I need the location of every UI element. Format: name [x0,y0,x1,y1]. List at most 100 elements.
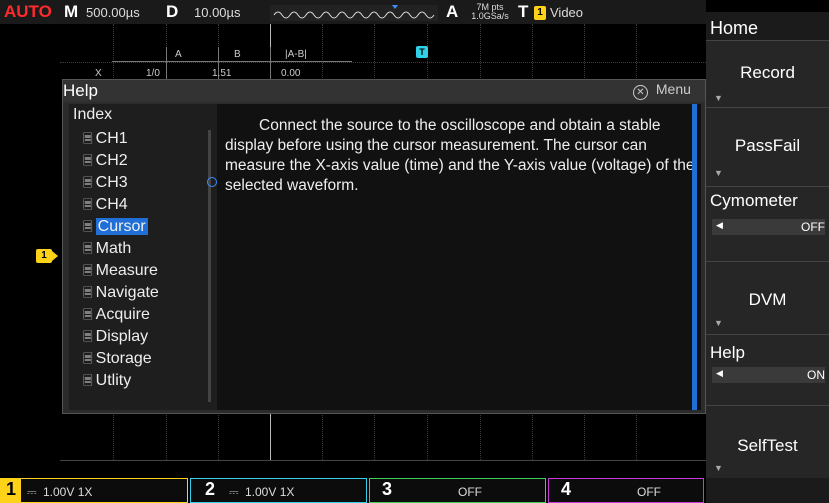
document-icon: 🗏 [83,330,93,344]
selection-indicator-icon [207,177,217,187]
menu-header: Home [706,12,829,40]
left-arrow-icon: ◀ [716,220,723,230]
auto-mode-label[interactable]: AUTO [4,2,52,22]
channel3-state: OFF [458,485,482,499]
trigger-type-value[interactable]: Video [550,5,602,20]
record-label: Record [740,63,795,82]
help-value: ON [807,368,825,382]
cymometer-label: Cymometer [710,191,798,210]
dvm-label: DVM [748,290,787,309]
cursor-col-diff: |A-B| [285,49,307,60]
cymometer-value-field[interactable]: ◀ OFF [712,219,825,235]
index-item-cursor[interactable]: 🗏 Cursor [83,216,148,238]
table-divider [270,47,271,79]
menu-cymometer-button[interactable]: Cymometer ◀ OFF [706,186,829,261]
document-icon: 🗏 [83,374,93,388]
coupling-icon: ⎓ [27,485,37,499]
help-index-panel: Index 🗏 CH1 🗏 CH2 🗏 CH3 🗏 CH4 🗏 Cursor 🗏 Math … [69,104,217,410]
document-icon: 🗏 [83,154,93,168]
delay-label: D [166,2,179,21]
index-item-acquire[interactable]: 🗏 Acquire [83,304,150,326]
index-item-storage[interactable]: 🗏 Storage [83,348,152,370]
acquire-label: A [446,2,459,21]
index-item-measure[interactable]: 🗏 Measure [83,260,158,282]
help-label: Help [710,343,745,362]
document-icon: 🗏 [83,286,93,300]
menu-record-button[interactable]: Record ▼ [706,40,829,107]
help-window: Help ✕ Menu Index 🗏 CH1 🗏 CH2 🗏 CH3 🗏 CH4 🗏 C… [62,79,706,414]
document-icon: 🗏 [83,308,93,322]
submenu-arrow-icon: ▼ [714,168,723,178]
submenu-arrow-icon: ▼ [714,318,723,328]
cursor-value-diff: 0.00 [281,68,301,79]
menu-title: Home [710,18,759,38]
help-content-panel: Connect the source to the oscilloscope a… [217,104,701,410]
menu-selftest-button[interactable]: SelfTest ▼ [706,405,829,478]
document-icon: 🗏 [83,242,93,256]
help-title-bar: Help ✕ Menu [63,80,705,102]
passfail-label: PassFail [734,136,801,155]
sample-info: 7M pts 1.0GSa/s [470,3,510,21]
document-icon: 🗏 [83,176,93,190]
menu-label: Menu [655,81,691,97]
main-timebase-label: M [64,2,79,21]
channel3-status[interactable]: 3 OFF [369,478,546,503]
index-item-ch3[interactable]: 🗏 CH3 [83,172,128,194]
content-scrollbar[interactable] [692,104,697,410]
help-title: Help [63,81,98,100]
index-item-ch4[interactable]: 🗏 CH4 [83,194,128,216]
sample-rate: 1.0GSa/s [471,11,509,21]
cursor-value-a: 1/0 [146,68,160,79]
channel2-number: 2 [205,479,216,499]
submenu-arrow-icon: ▼ [714,93,723,103]
grid-line [60,62,706,63]
channel1-scale: 1.00V 1X [43,485,93,499]
channel2-scale: 1.00V 1X [245,485,295,499]
cursor-col-a: A [175,49,182,60]
left-arrow-icon: ◀ [716,368,723,378]
waveform-overview-icon [270,5,438,21]
cursor-col-b: B [234,49,241,60]
selftest-label: SelfTest [737,436,798,455]
submenu-arrow-icon: ▼ [714,463,723,473]
channel1-status[interactable]: 1 ⎓ 1.00V 1X [0,478,188,503]
index-item-ch2[interactable]: 🗏 CH2 [83,150,128,172]
channel1-number: 1 [1,479,21,502]
index-item-utility[interactable]: 🗏 Utlity [83,370,131,392]
channel4-state: OFF [637,485,661,499]
document-icon: 🗏 [83,264,93,278]
index-scrollbar[interactable] [208,130,211,402]
table-divider [166,47,167,79]
help-value-field[interactable]: ◀ ON [712,367,825,383]
channel4-status[interactable]: 4 OFF [548,478,704,503]
index-item-ch1[interactable]: 🗏 CH1 [83,128,128,150]
grid-line [60,460,706,461]
document-icon: 🗏 [83,220,93,234]
channel4-number: 4 [561,479,572,499]
close-icon: ✕ [633,85,648,100]
coupling-icon: ⎓ [229,485,239,499]
document-icon: 🗏 [83,132,93,146]
channel3-number: 3 [382,479,393,499]
cursor-row-label: X [95,68,102,79]
menu-help-button[interactable]: Help ◀ ON [706,334,829,405]
help-content-text: Connect the source to the oscilloscope a… [225,117,695,194]
index-item-math[interactable]: 🗏 Math [83,238,131,260]
channel2-status[interactable]: 2 ⎓ 1.00V 1X [190,478,367,503]
help-close-button[interactable]: ✕ Menu [633,81,705,100]
index-title: Index [73,106,113,123]
trigger-position-marker[interactable]: T [416,46,428,58]
delay-value[interactable]: 10.00µs [194,5,241,20]
index-item-navigate[interactable]: 🗏 Navigate [83,282,159,304]
cursor-table-header [112,47,352,62]
marker-arrow-icon [52,251,58,261]
index-item-display[interactable]: 🗏 Display [83,326,148,348]
channel1-level-marker[interactable]: 1 [36,249,52,263]
trigger-label: T [518,2,529,21]
cymometer-value: OFF [801,220,825,234]
menu-passfail-button[interactable]: PassFail ▼ [706,107,829,186]
document-icon: 🗏 [83,198,93,212]
main-timebase-value[interactable]: 500.00µs [86,5,140,20]
cursor-value-b: 1.51 [212,68,232,79]
menu-dvm-button[interactable]: DVM ▼ [706,261,829,334]
